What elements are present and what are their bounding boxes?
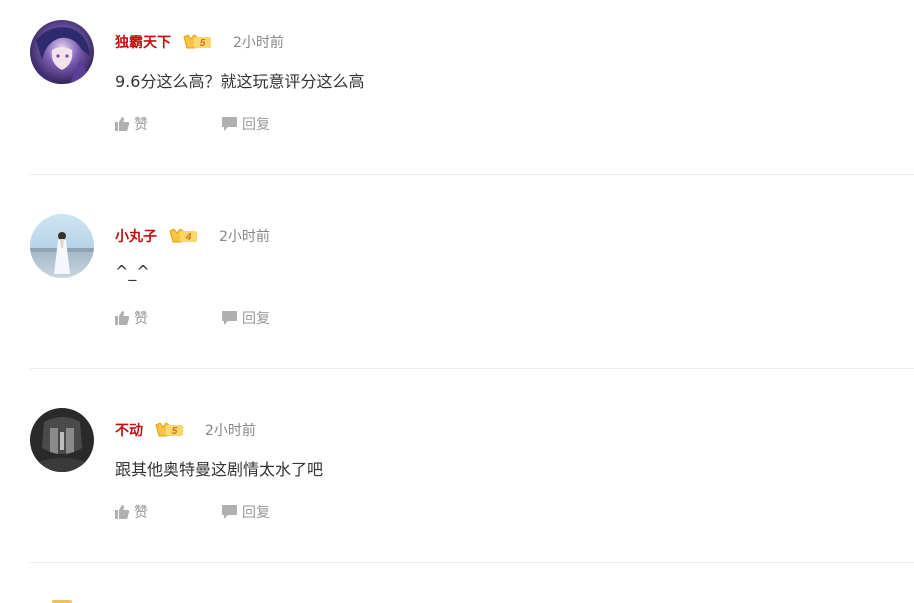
reply-label: 回复	[242, 117, 270, 133]
comment-text: 跟其他奥特曼这剧情太水了吧	[115, 460, 324, 479]
divider	[30, 174, 914, 175]
like-label: 赞	[134, 311, 148, 327]
comment-item: 不动 5 2小时前 跟其他奥特曼这剧情太水了吧 赞 回复	[0, 388, 914, 582]
divider	[30, 562, 914, 563]
reply-button[interactable]: 回复	[221, 114, 270, 134]
svg-text:5: 5	[200, 38, 206, 49]
svg-text:5: 5	[172, 426, 178, 437]
comment-meta: 独霸天下 5 2小时前	[115, 31, 284, 53]
like-label: 赞	[134, 117, 148, 133]
avatar-image	[30, 214, 94, 278]
vip-badge-icon: 4	[169, 227, 199, 245]
comment-actions: 赞 回复	[114, 114, 270, 134]
like-button[interactable]: 赞	[114, 502, 148, 522]
avatar[interactable]	[30, 408, 94, 472]
speech-bubble-icon	[222, 311, 237, 325]
avatar-image	[30, 20, 94, 84]
thumbs-up-icon	[115, 311, 130, 325]
comment-time: 2小时前	[205, 423, 256, 439]
comment-actions: 赞 回复	[114, 502, 270, 522]
divider	[30, 368, 914, 369]
username[interactable]: 独霸天下	[115, 32, 171, 52]
comment-meta: 小丸子 4 2小时前	[115, 225, 270, 247]
comment-time: 2小时前	[233, 35, 284, 51]
vip-badge-icon: 5	[183, 33, 213, 51]
svg-text:4: 4	[185, 232, 192, 243]
thumbs-up-icon	[115, 505, 130, 519]
speech-bubble-icon	[222, 117, 237, 131]
like-button[interactable]: 赞	[114, 114, 148, 134]
comment-item: 小丸子 4 2小时前 ^_^ 赞 回复	[0, 194, 914, 388]
comment-meta: 不动 5 2小时前	[115, 419, 256, 441]
like-label: 赞	[134, 505, 148, 521]
comment-actions: 赞 回复	[114, 308, 270, 328]
thumbs-up-icon	[115, 117, 130, 131]
vip-badge-icon: 5	[155, 421, 185, 439]
username[interactable]: 小丸子	[115, 226, 157, 246]
reply-label: 回复	[242, 505, 270, 521]
reply-button[interactable]: 回复	[221, 308, 270, 328]
comment-list: 独霸天下 5 2小时前 9.6分这么高？就这玩意评分这么高 赞 回复 小丸子 4…	[0, 0, 914, 603]
avatar[interactable]	[30, 20, 94, 84]
username[interactable]: 不动	[115, 420, 143, 440]
comment-item: 独霸天下 5 2小时前 9.6分这么高？就这玩意评分这么高 赞 回复	[0, 0, 914, 194]
reply-label: 回复	[242, 311, 270, 327]
speech-bubble-icon	[222, 505, 237, 519]
avatar[interactable]	[30, 214, 94, 278]
reply-button[interactable]: 回复	[221, 502, 270, 522]
comment-text: ^_^	[115, 262, 150, 281]
comment-text: 9.6分这么高？就这玩意评分这么高	[115, 72, 365, 91]
comment-time: 2小时前	[219, 229, 270, 245]
avatar-image	[30, 408, 94, 472]
like-button[interactable]: 赞	[114, 308, 148, 328]
